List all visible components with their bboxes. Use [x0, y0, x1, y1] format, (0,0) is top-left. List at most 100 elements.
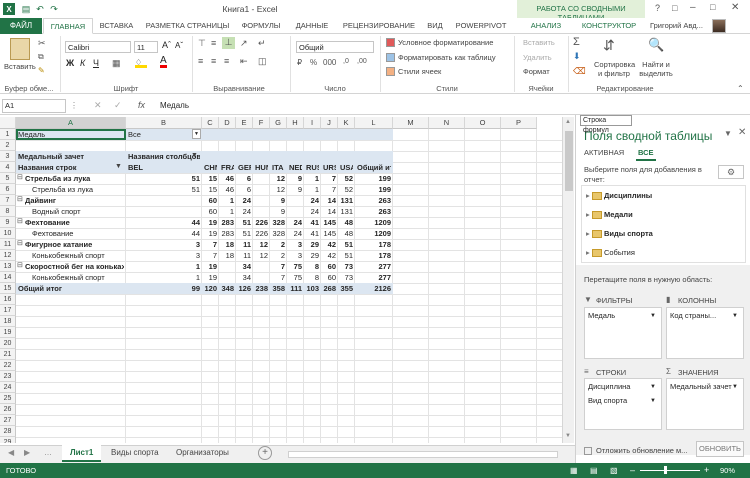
cell[interactable]: Общий итог — [18, 283, 124, 294]
cell[interactable]: 178 — [357, 239, 391, 250]
column-header[interactable]: C — [202, 117, 219, 129]
user-name[interactable]: Григорий Авд... — [650, 18, 703, 34]
cell[interactable]: 1 — [221, 195, 234, 206]
indent-icon[interactable]: ⇤ — [240, 56, 248, 67]
cell[interactable]: 18 — [221, 239, 234, 250]
field-item-events[interactable]: ▸ События — [586, 245, 635, 261]
increase-decimal-icon[interactable]: ,0 — [343, 58, 349, 65]
cell[interactable]: 73 — [340, 261, 353, 272]
cell[interactable]: 51 — [340, 239, 353, 250]
cell[interactable]: 1 — [128, 272, 200, 283]
cell[interactable]: 1209 — [357, 228, 391, 239]
horizontal-scrollbar[interactable] — [288, 451, 558, 458]
cell[interactable]: 238 — [255, 283, 268, 294]
row-field-pill[interactable]: Вид спорта ▼ — [585, 395, 659, 407]
tab-home[interactable]: ГЛАВНАЯ — [43, 18, 93, 34]
pane-close-icon[interactable]: ✕ — [738, 127, 746, 138]
close-icon[interactable]: ✕ — [731, 2, 739, 13]
cell[interactable]: 46 — [221, 184, 234, 195]
column-header[interactable]: F — [253, 117, 270, 129]
format-painter-icon[interactable]: ✎ — [38, 66, 45, 75]
insert-function-icon[interactable]: fx — [138, 100, 145, 110]
active-cell[interactable] — [16, 129, 126, 140]
cell[interactable]: 12 — [272, 173, 285, 184]
row-header[interactable]: 17 — [0, 305, 16, 316]
column-header[interactable]: K — [338, 117, 355, 129]
cell[interactable]: 126 — [238, 283, 251, 294]
row-header[interactable]: 7 — [0, 195, 16, 206]
cell[interactable]: 111 — [289, 283, 302, 294]
row-header[interactable]: 8 — [0, 206, 16, 217]
field-item-sports[interactable]: ▸ Виды спорта — [586, 226, 653, 242]
cell[interactable]: 24 — [289, 228, 302, 239]
cell[interactable]: 11 — [238, 250, 251, 261]
tab-file[interactable]: ФАЙЛ — [0, 18, 42, 34]
column-header[interactable]: E — [236, 117, 253, 129]
cell[interactable]: 1 — [128, 261, 200, 272]
row-header[interactable]: 22 — [0, 360, 16, 371]
cell[interactable]: 41 — [306, 228, 319, 239]
collapse-ribbon-icon[interactable]: ⌃ — [737, 84, 744, 93]
sort-filter-button[interactable]: Сортировка и фильтр — [594, 60, 635, 78]
row-header[interactable]: 14 — [0, 272, 16, 283]
cell[interactable]: 34 — [238, 261, 251, 272]
cell[interactable]: 60 — [204, 195, 217, 206]
cell[interactable]: 3 — [289, 239, 302, 250]
cell[interactable]: 199 — [357, 173, 391, 184]
cell[interactable]: 355 — [340, 283, 353, 294]
collapse-icon[interactable]: ⊟ — [17, 261, 23, 269]
align-right-icon[interactable]: ≡ — [224, 56, 229, 66]
row-header[interactable]: 16 — [0, 294, 16, 305]
cell[interactable] — [289, 195, 302, 206]
cell[interactable]: 42 — [323, 250, 336, 261]
column-header[interactable]: G — [270, 117, 287, 129]
select-all-corner[interactable] — [0, 117, 16, 129]
cell[interactable]: 48 — [340, 228, 353, 239]
delete-cells-button[interactable]: Удалить — [523, 53, 552, 62]
cell[interactable] — [255, 184, 268, 195]
bold-icon[interactable]: Ж — [66, 58, 74, 68]
cell[interactable]: 52 — [340, 184, 353, 195]
paste-icon[interactable] — [10, 38, 30, 60]
row-header[interactable]: 5 — [0, 173, 16, 184]
zoom-in-icon[interactable]: + — [704, 463, 709, 478]
cell[interactable]: 9 — [289, 184, 302, 195]
cell[interactable]: 24 — [238, 195, 251, 206]
cell[interactable]: Все — [128, 129, 200, 140]
cell[interactable]: 7 — [204, 250, 217, 261]
cell[interactable]: 60 — [323, 272, 336, 283]
row-header[interactable]: 2 — [0, 140, 16, 151]
cell[interactable]: 51 — [238, 217, 251, 228]
cell[interactable]: 73 — [340, 272, 353, 283]
cell[interactable]: 44 — [128, 228, 200, 239]
cell[interactable]: 60 — [323, 261, 336, 272]
cell[interactable]: 2 — [272, 250, 285, 261]
cut-icon[interactable]: ✂ — [38, 38, 46, 49]
cell[interactable]: 263 — [357, 206, 391, 217]
cell[interactable]: Фехтование — [18, 228, 124, 239]
cell[interactable]: 277 — [357, 272, 391, 283]
cell[interactable]: 2126 — [357, 283, 391, 294]
cell[interactable]: 24 — [238, 206, 251, 217]
autosum-icon[interactable]: Σ — [573, 36, 580, 48]
cell[interactable]: 2 — [272, 239, 285, 250]
confirm-entry-icon[interactable]: ✓ — [114, 100, 122, 111]
cell[interactable]: 9 — [289, 173, 302, 184]
column-header[interactable]: J — [321, 117, 338, 129]
row-header[interactable]: 25 — [0, 393, 16, 404]
row-header[interactable]: 13 — [0, 261, 16, 272]
cell[interactable]: 348 — [221, 283, 234, 294]
shrink-font-icon[interactable]: Aˇ — [175, 41, 183, 50]
cell[interactable]: ITA — [272, 162, 285, 173]
cell[interactable]: 19 — [204, 261, 217, 272]
font-name-select[interactable]: Calibri — [65, 41, 131, 53]
cell[interactable] — [255, 173, 268, 184]
cell[interactable]: 1209 — [357, 217, 391, 228]
cell[interactable]: 42 — [323, 239, 336, 250]
cell[interactable]: 226 — [255, 228, 268, 239]
cell[interactable]: 24 — [306, 206, 319, 217]
cell[interactable]: 99 — [128, 283, 200, 294]
row-field-pill[interactable]: Дисциплина ▼ — [585, 381, 659, 393]
filter-field-pill[interactable]: Медаль ▼ — [585, 310, 659, 322]
cell[interactable] — [289, 206, 302, 217]
